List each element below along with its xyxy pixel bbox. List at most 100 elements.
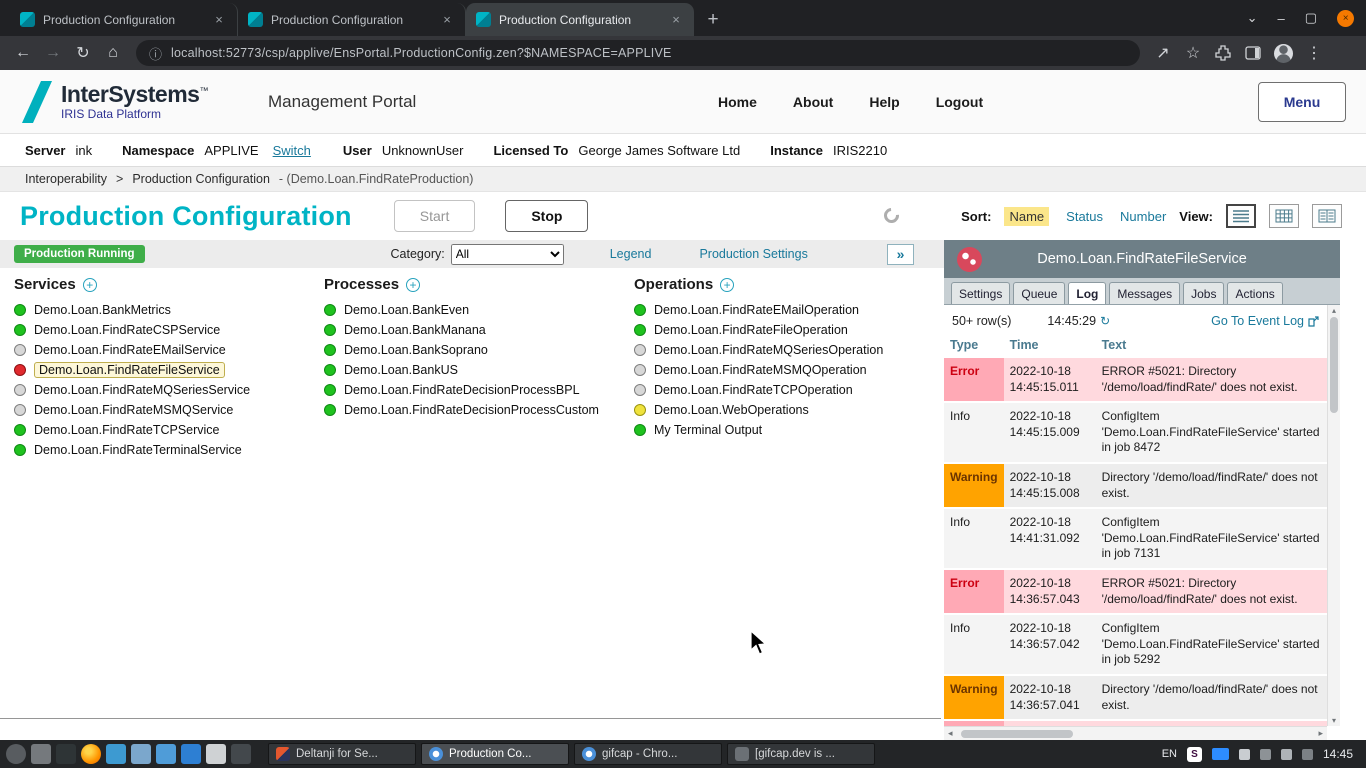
mail-icon[interactable] [106,744,126,764]
reload-button[interactable]: ↻ [70,43,96,63]
volume-tray-icon[interactable] [1281,749,1292,760]
portal-nav-link[interactable]: About [793,94,833,110]
portal-nav-link[interactable]: Help [869,94,899,110]
operation-item[interactable]: Demo.Loan.FindRateFileOperation [634,320,944,340]
vertical-scroll-thumb[interactable] [1330,317,1338,413]
tab-close-icon[interactable]: × [668,12,684,28]
operation-item[interactable]: Demo.Loan.FindRateTCPOperation [634,380,944,400]
scroll-down-icon[interactable]: ▾ [1328,716,1340,725]
expand-panel-button[interactable]: » [887,244,914,265]
portal-nav-link[interactable]: Home [718,94,757,110]
firefox-icon[interactable] [81,744,101,764]
breadcrumb-interoperability[interactable]: Interoperability [25,172,107,186]
network-tray-icon[interactable] [1260,749,1271,760]
detail-tab[interactable]: Log [1068,282,1106,304]
menu-button[interactable]: Menu [1258,82,1346,122]
service-item[interactable]: Demo.Loan.BankMetrics [14,300,324,320]
file-manager-icon[interactable] [31,744,51,764]
text-editor-icon[interactable] [206,744,226,764]
view-list-icon[interactable] [1226,204,1256,228]
operation-item[interactable]: My Terminal Output [634,420,944,440]
share-icon[interactable]: ↗ [1150,43,1176,63]
browser-tab[interactable]: Production Configuration × [466,3,694,36]
new-tab-button[interactable]: + [698,6,728,34]
address-bar[interactable]: ⓘ localhost:52773/csp/applive/EnsPortal.… [136,40,1140,66]
browser-tab[interactable]: Production Configuration × [238,3,466,36]
operation-item[interactable]: Demo.Loan.FindRateEMailOperation [634,300,944,320]
scroll-left-icon[interactable]: ◂ [948,728,953,739]
documents-icon[interactable] [156,744,176,764]
power-tray-icon[interactable] [1302,749,1313,760]
scroll-up-icon[interactable]: ▴ [1328,306,1340,315]
operation-item[interactable]: Demo.Loan.FindRateMQSeriesOperation [634,340,944,360]
browser-tab[interactable]: Production Configuration × [10,3,238,36]
process-item[interactable]: Demo.Loan.FindRateDecisionProcessCustom [324,400,634,420]
side-panel-icon[interactable] [1240,46,1266,60]
operation-item[interactable]: Demo.Loan.FindRateMSMQOperation [634,360,944,380]
production-settings-link[interactable]: Production Settings [699,247,807,261]
horizontal-scrollbar[interactable]: ◂ ▸ [944,726,1327,740]
extensions-icon[interactable] [1210,45,1236,61]
service-item[interactable]: Demo.Loan.FindRateMQSeriesService [14,380,324,400]
minimize-button[interactable]: – [1277,11,1284,26]
view-grid-icon[interactable] [1269,204,1299,228]
process-item[interactable]: Demo.Loan.FindRateDecisionProcessBPL [324,380,634,400]
detail-tab[interactable]: Actions [1227,282,1282,304]
close-window-button[interactable]: × [1337,10,1354,27]
add-service-icon[interactable]: + [83,278,97,292]
taskbar-window-button[interactable]: Deltanji for Se... [268,743,416,765]
maximize-button[interactable]: ▢ [1305,10,1317,26]
detail-tab[interactable]: Messages [1109,282,1180,304]
sort-option[interactable]: Number [1120,209,1166,224]
settings-app-icon[interactable] [231,744,251,764]
service-item[interactable]: Demo.Loan.FindRateFileService [14,360,324,380]
process-item[interactable]: Demo.Loan.BankManana [324,320,634,340]
add-process-icon[interactable]: + [406,278,420,292]
keyboard-layout-indicator[interactable]: EN [1162,748,1177,760]
tab-close-icon[interactable]: × [211,12,227,28]
operation-item[interactable]: Demo.Loan.WebOperations [634,400,944,420]
vertical-scrollbar[interactable]: ▴ ▾ [1327,305,1340,726]
stop-button[interactable]: Stop [505,200,588,232]
taskbar-window-button[interactable]: gifcap - Chro... [574,743,722,765]
terminal-icon[interactable] [56,744,76,764]
service-item[interactable]: Demo.Loan.FindRateTCPService [14,420,324,440]
refresh-icon[interactable]: ↻ [1100,314,1110,328]
legend-link[interactable]: Legend [610,247,652,261]
tab-search-chevron-icon[interactable]: ⌄ [1247,10,1258,26]
profile-avatar[interactable] [1274,44,1293,63]
process-item[interactable]: Demo.Loan.BankEven [324,300,634,320]
slack-tray-icon[interactable]: S [1187,747,1202,762]
tab-close-icon[interactable]: × [439,12,455,28]
taskbar-window-button[interactable]: Production Co... [421,743,569,765]
process-item[interactable]: Demo.Loan.BankSoprano [324,340,634,360]
switch-link[interactable]: Switch [273,143,311,158]
back-button[interactable]: ← [10,44,36,62]
browser-menu-icon[interactable]: ⋮ [1301,43,1327,63]
go-to-event-log-link[interactable]: Go To Event Log [1211,314,1319,328]
detail-tab[interactable]: Jobs [1183,282,1224,304]
breadcrumb-production-configuration[interactable]: Production Configuration [132,172,270,186]
add-operation-icon[interactable]: + [720,278,734,292]
detail-tab[interactable]: Queue [1013,282,1065,304]
detail-tab[interactable]: Settings [951,282,1010,304]
bookmark-star-icon[interactable]: ☆ [1180,43,1206,63]
home-button[interactable]: ⌂ [100,44,126,62]
site-info-icon[interactable]: ⓘ [149,44,162,63]
category-select[interactable]: All [451,244,564,265]
service-item[interactable]: Demo.Loan.FindRateMSMQService [14,400,324,420]
app-menu-icon[interactable] [6,744,26,764]
forward-button[interactable]: → [40,44,66,62]
start-button[interactable]: Start [394,200,476,232]
display-tray-icon[interactable] [1239,749,1250,760]
service-item[interactable]: Demo.Loan.FindRateEMailService [14,340,324,360]
scroll-right-icon[interactable]: ▸ [1318,728,1323,739]
code-editor-icon[interactable] [181,744,201,764]
sort-option[interactable]: Status [1066,209,1103,224]
process-item[interactable]: Demo.Loan.BankUS [324,360,634,380]
service-item[interactable]: Demo.Loan.FindRateCSPService [14,320,324,340]
portal-nav-link[interactable]: Logout [936,94,983,110]
taskbar-window-button[interactable]: [gifcap.dev is ... [727,743,875,765]
service-item[interactable]: Demo.Loan.FindRateTerminalService [14,440,324,460]
horizontal-scroll-thumb[interactable] [961,730,1073,738]
